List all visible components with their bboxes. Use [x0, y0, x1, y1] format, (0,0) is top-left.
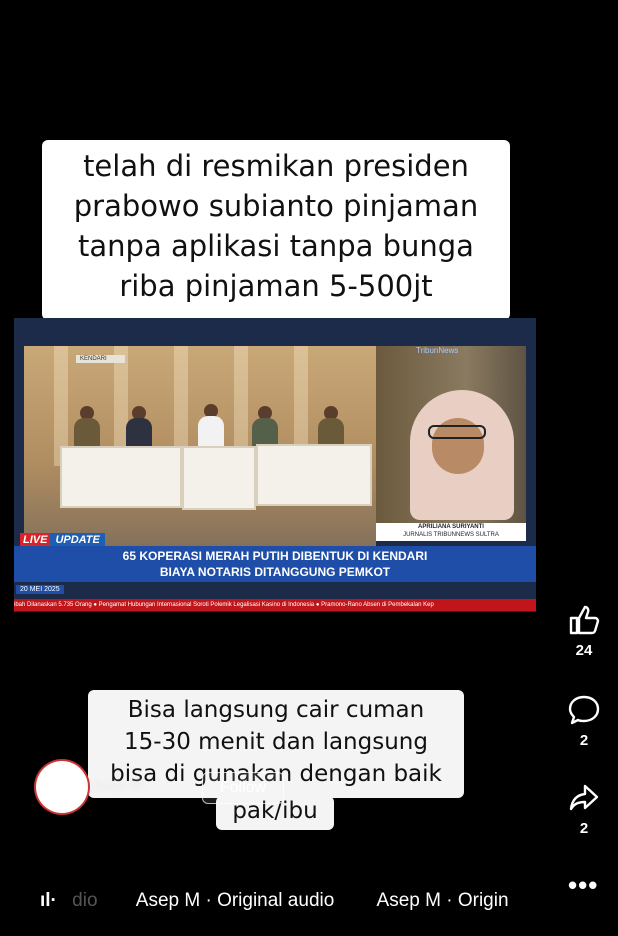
- audio-track-name: Asep M · Original audio: [135, 890, 335, 911]
- like-count: 24: [575, 642, 593, 659]
- channel-logo: TribunNews: [416, 346, 459, 355]
- share-arrow-icon[interactable]: [567, 782, 601, 814]
- author-avatar[interactable]: [36, 761, 88, 813]
- audio-marquee[interactable]: ıl· dio Asep M · Original audio Asep M ·…: [40, 887, 560, 915]
- caption-top-line: riba pinjaman 5-500jt: [119, 269, 433, 303]
- audio-faded-text: dio: [72, 890, 98, 911]
- like-action[interactable]: 24: [562, 604, 606, 659]
- news-headline: 65 KOPERASI MERAH PUTIH DIBENTUK DI KEND…: [14, 546, 536, 582]
- person: [198, 416, 224, 450]
- meeting-table: [182, 446, 256, 510]
- headline-line-2: BIAYA NOTARIS DITANGGUNG PEMKOT: [159, 565, 391, 579]
- caption-top-line: tanpa aplikasi tanpa bunga: [78, 229, 474, 263]
- comment-count: 2: [579, 732, 589, 749]
- update-label: UPDATE: [50, 533, 105, 547]
- author-name[interactable]: Asep M: [92, 777, 143, 794]
- guest-name-plate: APRILIANA SURIYANTI JURNALIS TRIBUNNEWS …: [376, 523, 526, 541]
- guest-title: JURNALIS TRIBUNNEWS SULTRA: [403, 532, 499, 538]
- headline-line-1: 65 KOPERASI MERAH PUTIH DIBENTUK DI KEND…: [122, 549, 428, 563]
- guest-glasses: [428, 425, 486, 439]
- meeting-table: [256, 444, 372, 506]
- video-frame[interactable]: KENDARI TribunNews APRILIANA SURIYANTI J…: [14, 318, 536, 612]
- caption-top: telah di resmikan presiden prabowo subia…: [42, 140, 510, 320]
- date-badge: 20 MEI 2025: [16, 585, 64, 594]
- thumbs-up-icon[interactable]: [567, 604, 601, 636]
- live-label: LIVE: [20, 533, 51, 547]
- caption-bottom-line: Bisa langsung cair cuman: [127, 697, 425, 723]
- audio-waveform-icon: ıl·: [40, 890, 57, 911]
- comment-bubble-icon[interactable]: [567, 694, 601, 726]
- room-label: KENDARI: [76, 355, 125, 363]
- caption-top-line: prabowo subianto pinjaman: [73, 189, 479, 223]
- share-action[interactable]: 2: [562, 782, 606, 837]
- guest-name: APRILIANA SURIYANTI: [418, 524, 484, 530]
- share-count: 2: [579, 820, 589, 837]
- follow-button[interactable]: Follow: [202, 772, 284, 804]
- more-options-icon[interactable]: •••: [568, 870, 598, 901]
- comment-action[interactable]: 2: [562, 694, 606, 749]
- audio-track-name-repeat: Asep M · Origin: [376, 890, 509, 911]
- caption-top-line: telah di resmikan presiden: [83, 149, 469, 183]
- caption-bottom-line: 15-30 menit dan langsung: [124, 729, 428, 755]
- meeting-room-scene: KENDARI: [24, 346, 376, 560]
- news-ticker: ibah Dilanaskan 5.735 Orang ● Pengamat H…: [14, 599, 536, 611]
- meeting-table: [60, 446, 182, 508]
